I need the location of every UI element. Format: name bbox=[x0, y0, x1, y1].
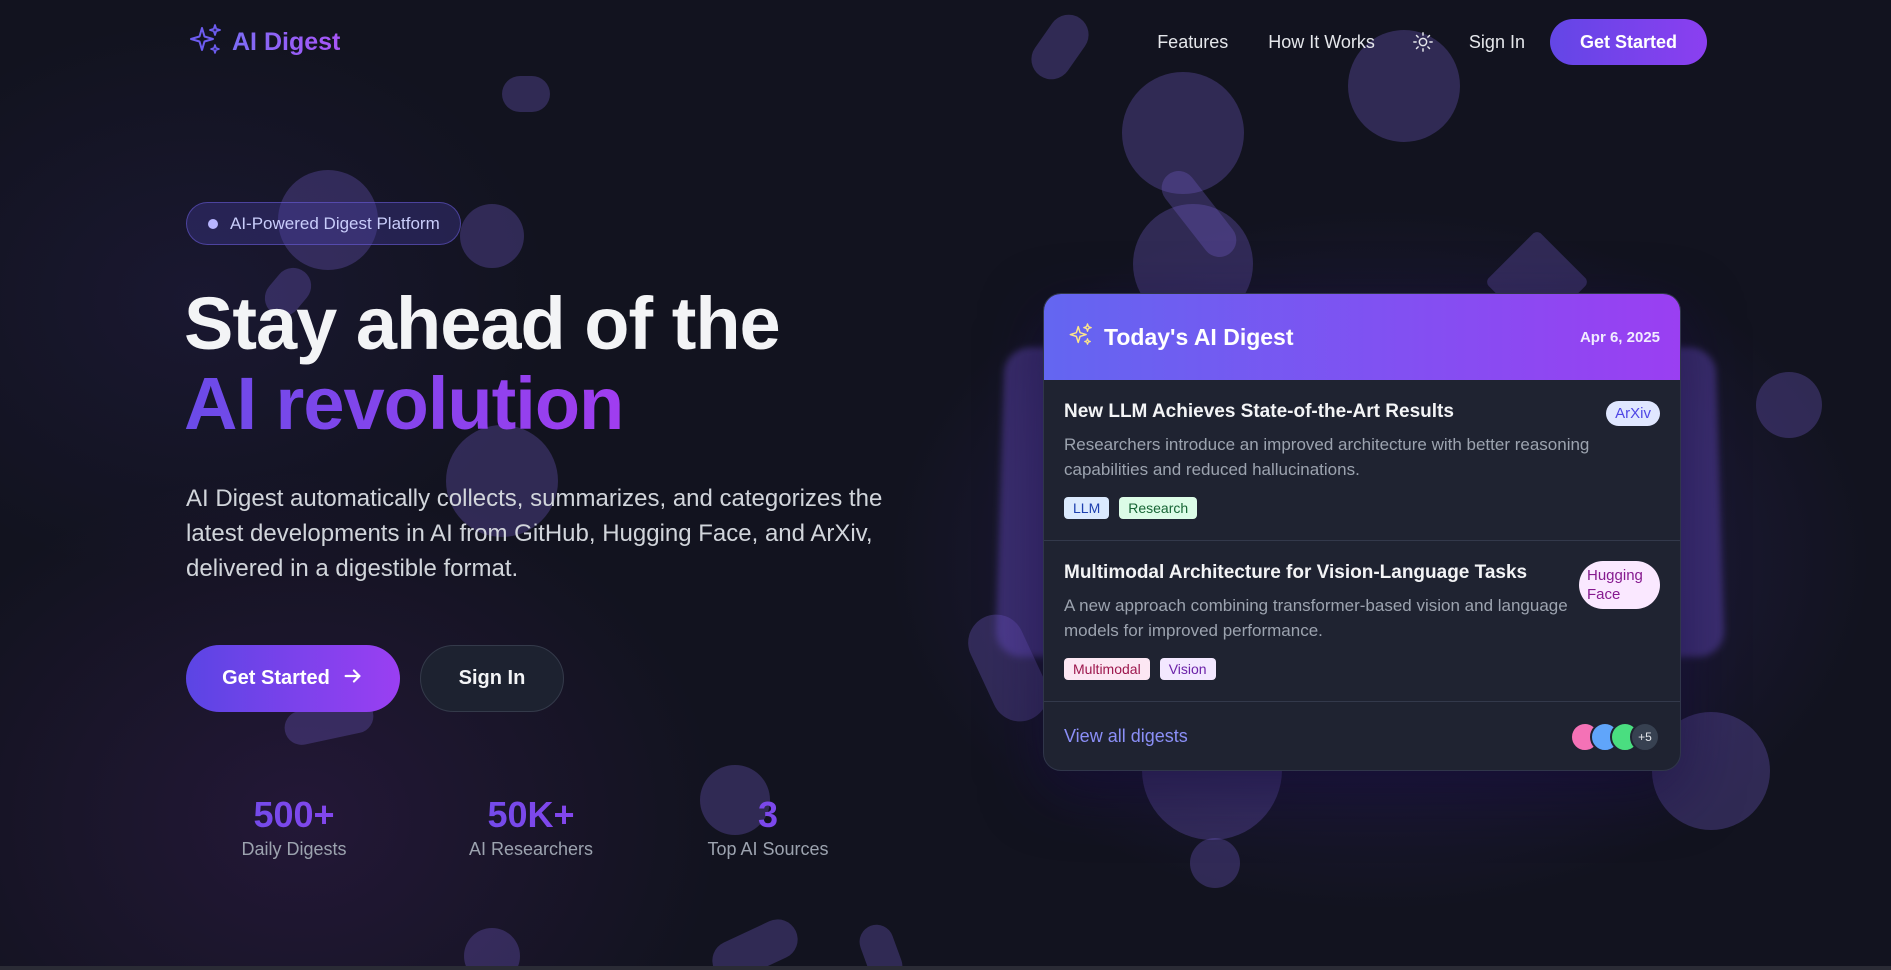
decor-shape bbox=[460, 204, 524, 268]
nav-link-how-it-works[interactable]: How It Works bbox=[1268, 32, 1375, 53]
hero-badge: AI-Powered Digest Platform bbox=[186, 202, 461, 245]
tag[interactable]: Vision bbox=[1159, 658, 1216, 680]
avatar-more-count: +5 bbox=[1630, 721, 1660, 752]
hero-title-line1: Stay ahead of the bbox=[184, 282, 781, 365]
stat-value: 3 bbox=[668, 795, 868, 835]
arrow-right-icon bbox=[342, 665, 364, 693]
nav-get-started-button[interactable]: Get Started bbox=[1549, 19, 1707, 65]
tag[interactable]: LLM bbox=[1064, 497, 1110, 519]
bottom-divider bbox=[0, 966, 1891, 970]
stat-label: Top AI Sources bbox=[707, 839, 829, 859]
digest-card: Today's AI Digest Apr 6, 2025 New LLM Ac… bbox=[1043, 293, 1681, 771]
hero-description: AI Digest automatically collects, summar… bbox=[186, 485, 883, 582]
digest-item-title[interactable]: Multimodal Architecture for Vision-Langu… bbox=[1064, 561, 1584, 585]
stat-label: AI Researchers bbox=[468, 839, 594, 859]
digest-item-tags: LLM Research bbox=[1064, 497, 1198, 519]
decor-shape bbox=[1756, 372, 1822, 438]
card-header: Today's AI Digest Apr 6, 2025 bbox=[1044, 294, 1680, 380]
nav-sign-in[interactable]: Sign In bbox=[1469, 32, 1525, 53]
digest-item-title[interactable]: New LLM Achieves State-of-the-Art Result… bbox=[1064, 400, 1584, 424]
decor-shape bbox=[1190, 838, 1240, 888]
sun-icon[interactable] bbox=[1411, 30, 1435, 54]
sparkles-icon bbox=[188, 22, 224, 63]
source-badge[interactable]: Hugging Face bbox=[1579, 561, 1660, 609]
view-all-digests-link[interactable]: View all digests bbox=[1064, 726, 1188, 747]
top-nav: AI Digest Features How It Works Sign In … bbox=[0, 0, 1891, 84]
card-title-wrap: Today's AI Digest bbox=[1068, 322, 1294, 353]
decor-shape bbox=[705, 912, 805, 970]
card-footer: View all digests +5 bbox=[1044, 702, 1680, 770]
digest-item-description: Researchers introduce an improved archit… bbox=[1064, 435, 1590, 479]
digest-item[interactable]: New LLM Achieves State-of-the-Art Result… bbox=[1044, 380, 1680, 541]
decor-shape bbox=[464, 928, 520, 970]
landing-page: AI Digest Features How It Works Sign In … bbox=[0, 0, 1891, 970]
hero-title-line2: AI revolution bbox=[184, 362, 624, 445]
digest-item-description: A new approach combining transformer-bas… bbox=[1064, 596, 1568, 640]
nav-links: Features How It Works Sign In Get Starte… bbox=[1157, 19, 1707, 65]
tag[interactable]: Multimodal bbox=[1064, 658, 1150, 680]
hero-title: Stay ahead of the AI revolution bbox=[184, 282, 781, 445]
card-title: Today's AI Digest bbox=[1104, 323, 1294, 350]
get-started-label: Get Started bbox=[222, 667, 330, 689]
logo-text: AI Digest bbox=[232, 28, 341, 56]
decor-shape bbox=[854, 919, 908, 970]
stat-label: Daily Digests bbox=[241, 839, 347, 859]
stat-value: 50K+ bbox=[431, 795, 631, 835]
get-started-button[interactable]: Get Started bbox=[186, 645, 400, 712]
stat-top-sources: 3 Top AI Sources bbox=[668, 795, 868, 860]
source-badge[interactable]: ArXiv bbox=[1606, 401, 1660, 426]
sign-in-button[interactable]: Sign In bbox=[420, 645, 564, 712]
card-date: Apr 6, 2025 bbox=[1579, 328, 1660, 346]
digest-item-tags: Multimodal Vision bbox=[1064, 658, 1216, 680]
sparkles-icon bbox=[1068, 322, 1094, 353]
stat-ai-researchers: 50K+ AI Researchers bbox=[431, 795, 631, 860]
logo[interactable]: AI Digest bbox=[188, 22, 340, 63]
badge-dot bbox=[208, 218, 218, 229]
stat-value: 500+ bbox=[194, 795, 394, 835]
nav-link-features[interactable]: Features bbox=[1157, 32, 1228, 53]
digest-item[interactable]: Multimodal Architecture for Vision-Langu… bbox=[1044, 541, 1680, 702]
stat-daily-digests: 500+ Daily Digests bbox=[194, 795, 394, 860]
avatar-group: +5 bbox=[1570, 721, 1660, 752]
tag[interactable]: Research bbox=[1119, 497, 1198, 519]
badge-label: AI-Powered Digest Platform bbox=[230, 213, 440, 233]
